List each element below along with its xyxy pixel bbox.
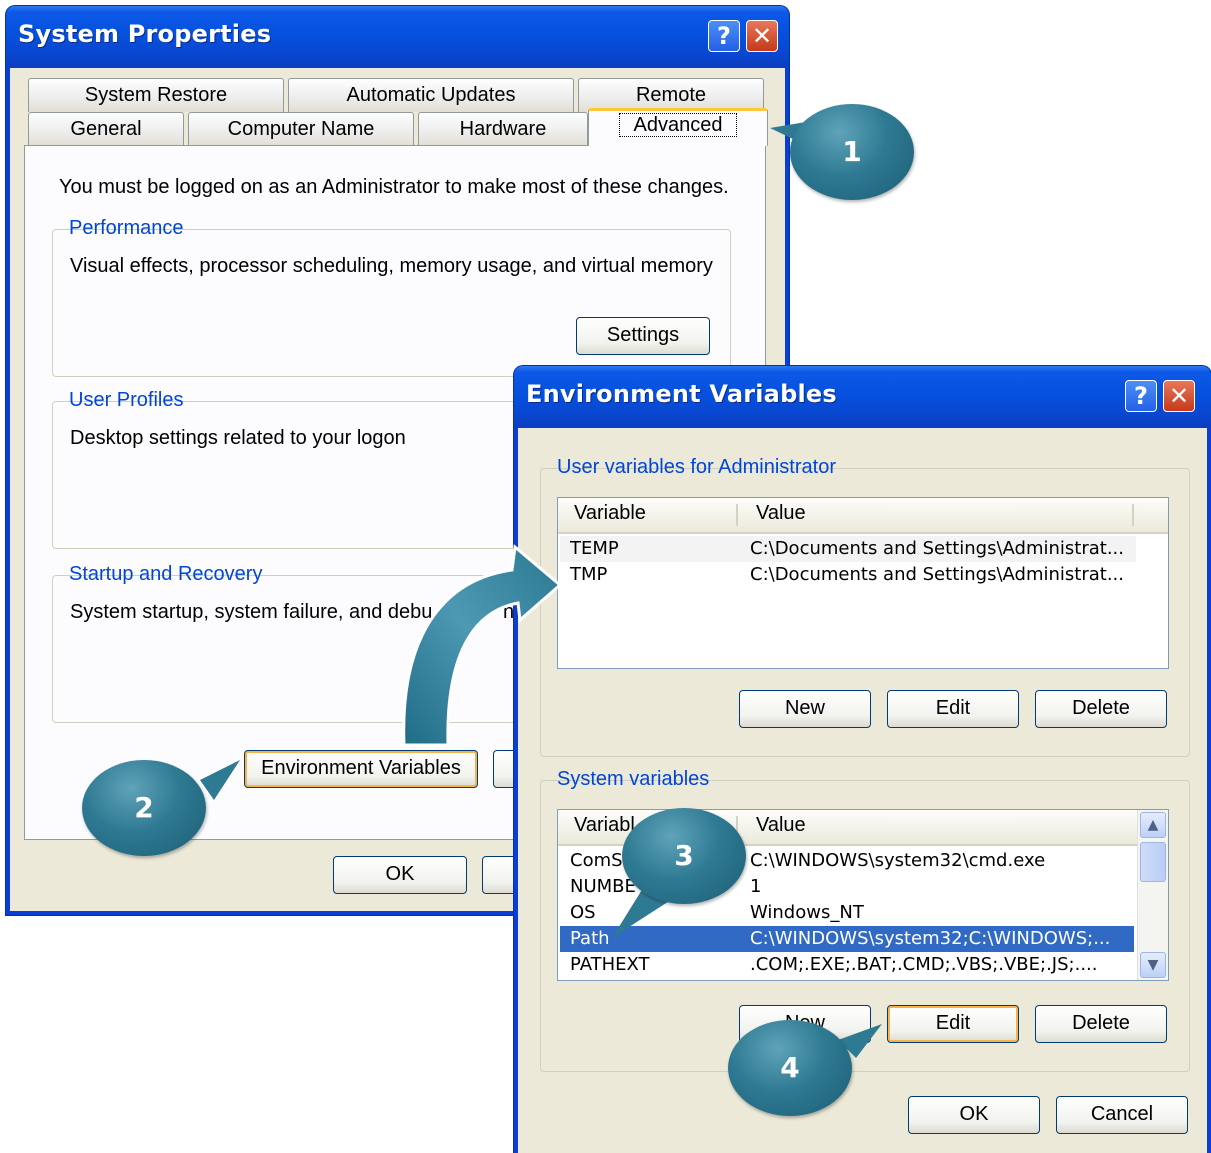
annotation-overlay [200,118,882,1058]
callout-4: 4 [728,1020,852,1116]
tab-advanced[interactable]: Advanced [588,108,768,146]
tab-label: Advanced [618,113,738,137]
callout-1: 1 [790,104,914,200]
callout-3: 3 [622,808,746,904]
curved-arrow-icon [402,544,563,747]
callout-pointer-icon [200,760,240,800]
callout-2: 2 [82,760,206,856]
